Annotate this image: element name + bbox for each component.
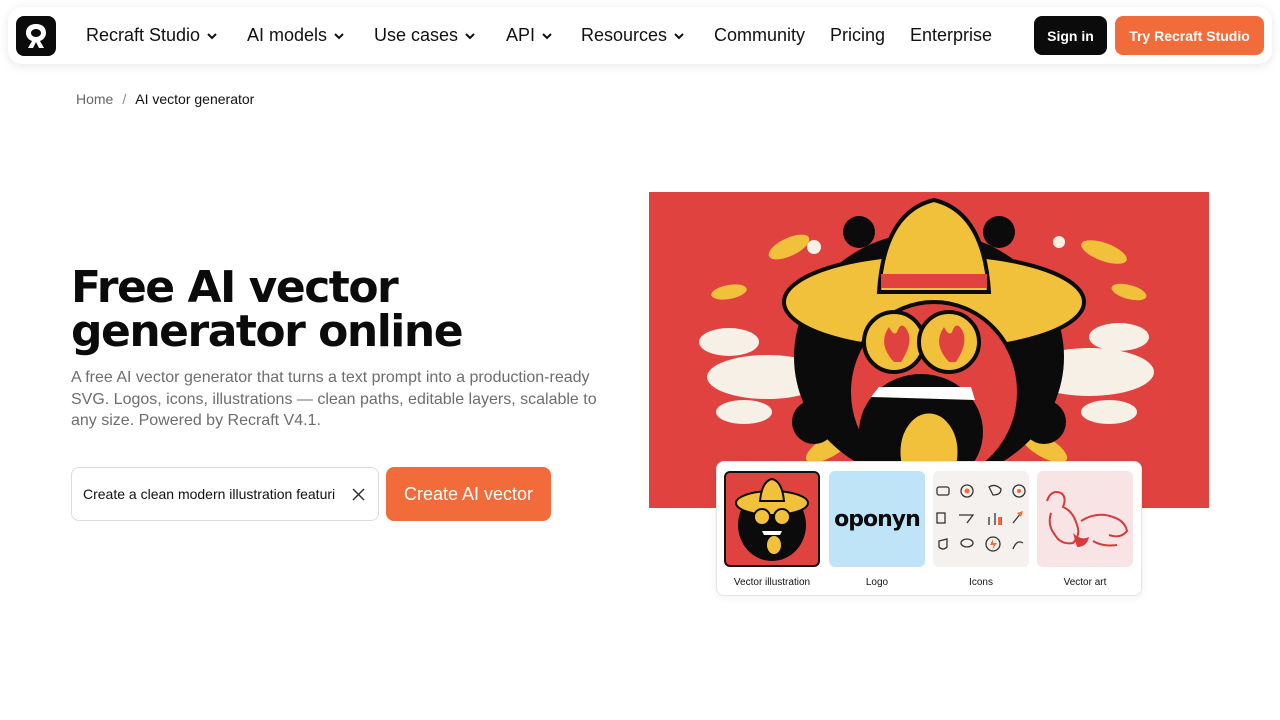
chevron-down-icon (542, 32, 552, 39)
icons-thumbnail (936, 484, 1026, 552)
page-title: Free AI vector generator online (71, 266, 591, 354)
style-option-label: Icons (969, 577, 993, 588)
top-navigation: Recraft Studio AI models Use cases API R… (8, 7, 1272, 64)
chevron-down-icon (334, 32, 344, 39)
recraft-logo[interactable] (16, 16, 56, 56)
style-option-label: Vector art (1063, 577, 1107, 588)
nav-item-label: Pricing (830, 25, 886, 45)
nav-item-label: Resources (581, 25, 668, 45)
style-thumbnail (1037, 471, 1133, 567)
style-option-logo[interactable]: oponyn Logo (829, 471, 925, 588)
vector-art-thumbnail (1046, 491, 1129, 547)
nav-resources[interactable]: Resources (581, 7, 685, 64)
style-option-label: Logo (865, 577, 889, 588)
nav-item-label: Recraft Studio (86, 25, 201, 45)
create-ai-vector-button[interactable]: Create AI vector (386, 467, 551, 521)
style-thumbnail (724, 471, 820, 567)
style-option-vector-art[interactable]: Vector art (1037, 471, 1133, 588)
style-option-icons[interactable]: Icons (933, 471, 1029, 588)
nav-item-label: AI models (247, 25, 328, 45)
prompt-field (71, 467, 379, 521)
page-title-line-2: generator online (71, 306, 464, 357)
nav-community[interactable]: Community (714, 7, 805, 64)
style-option-label: Vector illustration (733, 577, 811, 588)
clear-icon[interactable] (351, 487, 366, 502)
breadcrumb-home-link[interactable]: Home (76, 91, 113, 107)
nav-ai-models[interactable]: AI models (247, 7, 345, 64)
chevron-down-icon (207, 32, 217, 39)
style-thumbnail: oponyn (829, 471, 925, 567)
sombrero-band (881, 274, 987, 288)
nav-item-label: Community (714, 25, 806, 45)
nav-enterprise[interactable]: Enterprise (910, 7, 992, 64)
nav-recraft-studio[interactable]: Recraft Studio (86, 7, 218, 64)
prompt-input[interactable] (83, 486, 343, 502)
nav-use-cases[interactable]: Use cases (374, 7, 476, 64)
chevron-down-icon (465, 32, 475, 39)
style-picker-card: Vector illustration oponyn Logo Icons Ve… (716, 461, 1142, 596)
breadcrumb-current: AI vector generator (135, 91, 255, 107)
page-subtitle: A free AI vector generator that turns a … (71, 369, 597, 429)
nav-item-label: Use cases (374, 25, 459, 45)
logo-thumbnail-text: oponyn (834, 506, 921, 532)
nav-item-label: API (506, 25, 536, 45)
style-thumbnail (933, 471, 1029, 567)
sign-in-button[interactable]: Sign in (1034, 16, 1107, 55)
style-option-vector-illustration[interactable]: Vector illustration (724, 471, 820, 588)
nav-pricing[interactable]: Pricing (830, 7, 885, 64)
recraft-logo-icon (26, 24, 46, 48)
breadcrumb: Home / AI vector generator (76, 91, 254, 107)
vector-illustration-thumbnail (735, 477, 809, 561)
nav-item-label: Enterprise (910, 25, 993, 45)
try-recraft-studio-button[interactable]: Try Recraft Studio (1115, 16, 1264, 55)
chevron-down-icon (674, 32, 684, 39)
breadcrumb-separator: / (122, 91, 127, 107)
nav-api[interactable]: API (506, 7, 553, 64)
